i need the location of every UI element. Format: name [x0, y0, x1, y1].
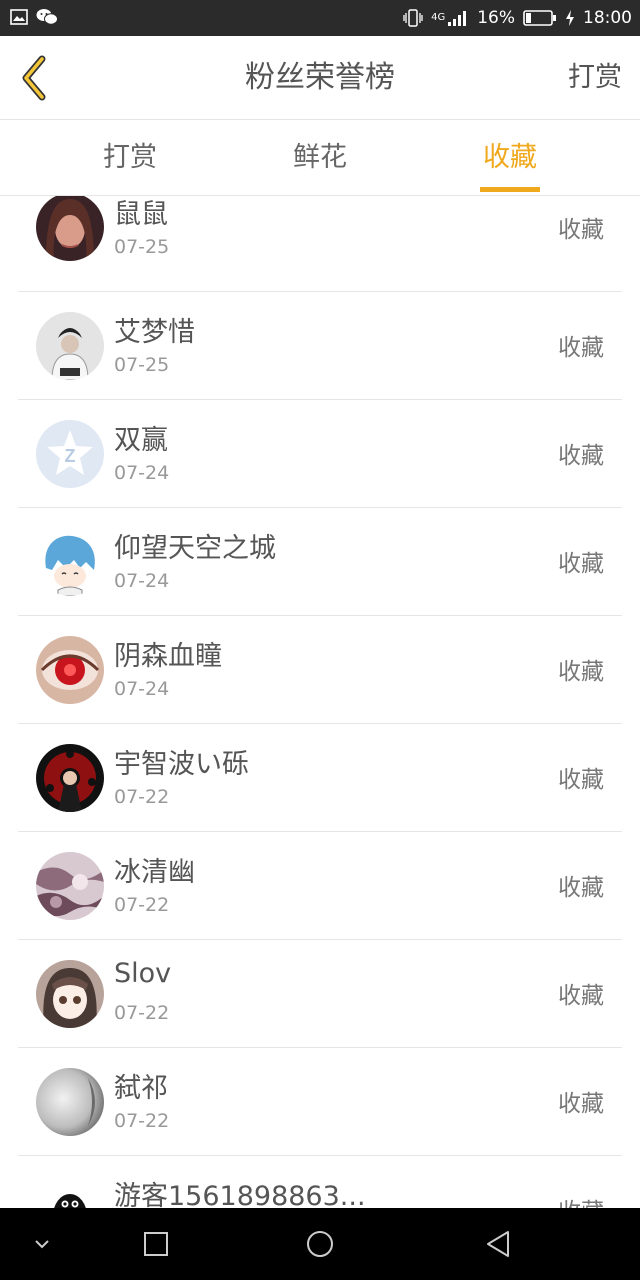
action-label: 收藏 [558, 335, 604, 361]
avatar [36, 1068, 104, 1136]
tab-label: 收藏 [483, 142, 537, 173]
tab-label: 打赏 [103, 142, 157, 173]
hide-nav-button[interactable] [24, 1226, 60, 1262]
date: 07-22 [114, 1110, 170, 1132]
date: 07-22 [114, 894, 170, 916]
list-item[interactable]: 仰望天空之城 07-24 收藏 [18, 508, 622, 616]
date: 07-22 [114, 786, 170, 808]
avatar [36, 312, 104, 380]
list-item[interactable]: 阴森血瞳 07-24 收藏 [18, 616, 622, 724]
avatar [36, 196, 104, 261]
action-label: 收藏 [558, 1091, 604, 1117]
back-nav-button[interactable] [480, 1226, 516, 1262]
avatar [36, 960, 104, 1028]
list-item[interactable]: 鼠鼠 07-25 收藏 [18, 196, 622, 292]
date: 07-22 [114, 1002, 170, 1024]
date: 07-24 [114, 462, 170, 484]
action-label: 收藏 [558, 875, 604, 901]
signal-icon: 4G [431, 9, 469, 27]
wechat-icon [36, 8, 58, 26]
chevron-down-icon [35, 1240, 49, 1249]
tab-reward[interactable]: 打赏 [70, 120, 190, 196]
fan-list: 鼠鼠 07-25 收藏 艾梦惜 07-25 收藏 Z 双赢 07-24 收藏 仰… [0, 196, 640, 1208]
user-name: 阴森血瞳 [114, 641, 222, 672]
list-item[interactable]: 弑祁 07-22 收藏 [18, 1048, 622, 1156]
user-name: 仰望天空之城 [114, 533, 276, 564]
date: 07-25 [114, 354, 170, 376]
action-label: 收藏 [558, 1192, 604, 1208]
tab-flowers[interactable]: 鲜花 [260, 120, 380, 196]
reward-button[interactable]: 打赏 [568, 36, 622, 120]
action-label: 收藏 [558, 443, 604, 469]
battery-percent: 16% [477, 8, 515, 28]
tab-label: 鲜花 [293, 142, 347, 173]
recent-apps-icon [144, 1232, 168, 1256]
avatar: Z [36, 420, 104, 488]
avatar [36, 636, 104, 704]
clock: 18:00 [583, 8, 632, 28]
action-label: 收藏 [558, 767, 604, 793]
user-name: 宇智波い砾 [114, 749, 249, 780]
user-name: Slov [114, 958, 172, 989]
avatar [36, 528, 104, 596]
tab-bar: 打赏 鲜花 收藏 [0, 120, 640, 196]
user-name: 双赢 [114, 425, 168, 456]
date: 07-24 [114, 678, 170, 700]
date: 07-25 [114, 236, 170, 258]
active-tab-indicator [480, 187, 540, 192]
system-nav-bar [0, 1208, 640, 1280]
list-item[interactable]: 艾梦惜 07-25 收藏 [18, 292, 622, 400]
tab-favorites[interactable]: 收藏 [470, 120, 550, 196]
list-item[interactable]: 宇智波い砾 07-22 收藏 [18, 724, 622, 832]
user-name: 冰清幽 [114, 857, 195, 888]
gallery-icon [10, 8, 28, 26]
user-name: 鼠鼠 [114, 199, 168, 230]
user-name: 艾梦惜 [114, 317, 195, 348]
action-label: 收藏 [558, 659, 604, 685]
svg-text:Z: Z [65, 446, 76, 466]
back-icon [487, 1231, 509, 1257]
qq-penguin-icon [36, 1176, 104, 1208]
list-item[interactable]: 冰清幽 07-22 收藏 [18, 832, 622, 940]
charging-icon [565, 9, 575, 27]
action-label: 收藏 [558, 217, 604, 243]
date: 07-24 [114, 570, 170, 592]
avatar [36, 744, 104, 812]
list-item[interactable]: 游客1561898863... 收藏 [18, 1156, 622, 1208]
home-button[interactable] [302, 1226, 338, 1262]
user-name: 弑祁 [114, 1073, 168, 1104]
user-name: 游客1561898863... [114, 1181, 366, 1208]
home-icon [307, 1231, 333, 1257]
page-title: 粉丝荣誉榜 [245, 60, 395, 95]
status-bar: 4G 16% 18:00 [0, 0, 640, 36]
recent-apps-button[interactable] [138, 1226, 174, 1262]
header: 粉丝荣誉榜 打赏 [0, 36, 640, 120]
action-label: 收藏 [558, 551, 604, 577]
battery-icon [523, 9, 557, 27]
vibrate-icon [403, 9, 423, 27]
list-item[interactable]: Z 双赢 07-24 收藏 [18, 400, 622, 508]
avatar [36, 852, 104, 920]
action-label: 收藏 [558, 983, 604, 1009]
list-item[interactable]: Slov 07-22 收藏 [18, 940, 622, 1048]
